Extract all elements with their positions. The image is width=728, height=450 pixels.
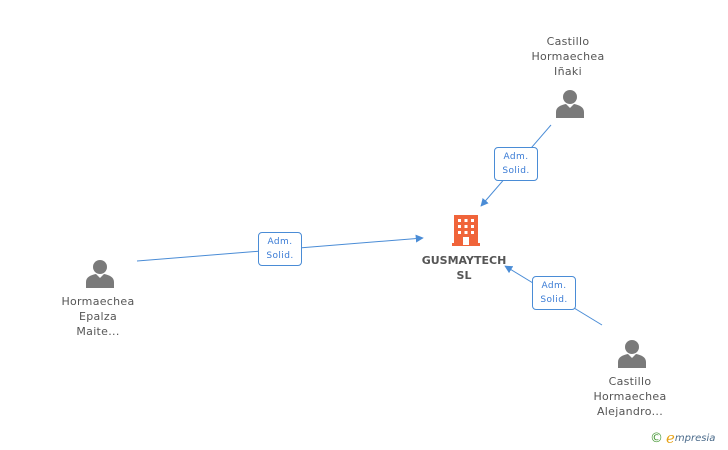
empresia-brand: © e mpresia bbox=[650, 429, 716, 447]
person-label-line: Castillo bbox=[608, 375, 652, 388]
person-icon[interactable] bbox=[617, 338, 647, 368]
person-icon[interactable] bbox=[85, 258, 115, 288]
person-label-line: Hormaechea bbox=[531, 50, 605, 63]
person-label-maite[interactable]: Hormaechea Epalza Maite... bbox=[28, 294, 168, 339]
relation-badge-alejandro[interactable]: Adm. Solid. bbox=[532, 276, 576, 310]
person-label-line: Epalza bbox=[78, 310, 118, 323]
person-label-line: Iñaki bbox=[554, 65, 582, 78]
company-name-line2: SL bbox=[456, 269, 472, 282]
relation-badge-line2: Solid. bbox=[266, 251, 294, 261]
person-label-line: Castillo bbox=[546, 35, 590, 48]
person-label-alejandro[interactable]: Castillo Hormaechea Alejandro... bbox=[560, 374, 700, 419]
brand-logo-initial: e bbox=[666, 429, 675, 447]
office-building-icon[interactable] bbox=[449, 212, 483, 246]
relation-badge-line2: Solid. bbox=[540, 295, 568, 305]
relation-badge-line1: Adm. bbox=[541, 281, 567, 291]
relation-badge-inaki[interactable]: Adm. Solid. bbox=[494, 147, 538, 181]
company-name[interactable]: GUSMAYTECH SL bbox=[404, 253, 524, 283]
person-label-line: Hormaechea bbox=[593, 390, 667, 403]
relation-badge-line1: Adm. bbox=[267, 237, 293, 247]
brand-logo-text: mpresia bbox=[674, 432, 716, 444]
copyright-icon: © bbox=[650, 430, 663, 446]
company-name-line1: GUSMAYTECH bbox=[421, 254, 507, 267]
person-label-inaki[interactable]: Castillo Hormaechea Iñaki bbox=[498, 34, 638, 79]
person-label-line: Alejandro... bbox=[596, 405, 663, 418]
relation-badge-maite[interactable]: Adm. Solid. bbox=[258, 232, 302, 266]
person-icon[interactable] bbox=[555, 88, 585, 118]
person-label-line: Maite... bbox=[76, 325, 120, 338]
person-label-line: Hormaechea bbox=[61, 295, 135, 308]
relation-badge-line1: Adm. bbox=[503, 152, 529, 162]
relation-badge-line2: Solid. bbox=[502, 166, 530, 176]
